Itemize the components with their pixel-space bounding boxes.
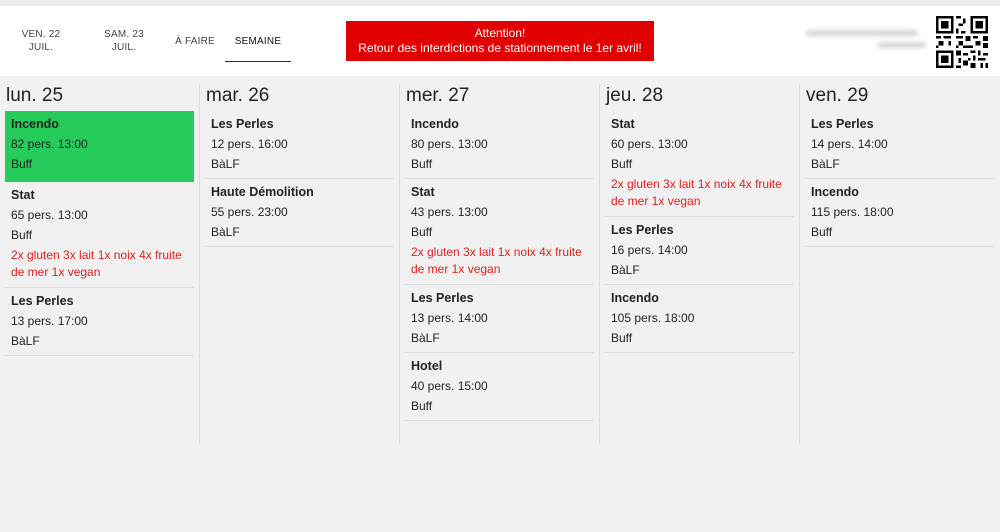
event-card[interactable]: Les Perles 16 pers. 14:00 BàLF	[605, 217, 794, 285]
event-service: Buff	[811, 225, 833, 239]
event-guests-time: 60 pers. 13:00	[611, 137, 688, 151]
event-guests-time: 12 pers. 16:00	[211, 137, 288, 151]
event-service: BàLF	[411, 331, 440, 345]
event-service: Buff	[411, 399, 433, 413]
event-list: Incendo 80 pers. 13:00 Buff Stat 43 pers. 13…	[405, 111, 594, 421]
event-guests-time: 14 pers. 14:00	[811, 137, 888, 151]
tab-sam-23[interactable]: SAM. 23 JUIL.	[96, 6, 152, 76]
event-card[interactable]: Incendo 105 pers. 18:00 Buff	[605, 285, 794, 353]
alert-title: Attention!	[474, 26, 526, 40]
event-name: Incendo	[411, 117, 459, 131]
event-dietary-note: 2x gluten 3x lait 1x noix 4x fruite de m…	[611, 177, 782, 208]
event-guests-time: 43 pers. 13:00	[411, 205, 488, 219]
event-name: Incendo	[611, 291, 659, 305]
event-guests-time: 13 pers. 17:00	[11, 314, 88, 328]
event-card[interactable]: Incendo 115 pers. 18:00 Buff	[805, 179, 994, 247]
event-list: Incendo 82 pers. 13:00 Buff Stat 65 pers. 13…	[5, 111, 194, 356]
active-tab-indicator	[225, 60, 291, 62]
day-column: mar. 26 Les Perles 12 pers. 16:00 BàLF Haute…	[200, 76, 400, 444]
event-card[interactable]: Stat 65 pers. 13:00 Buff 2x gluten 3x lait …	[5, 182, 194, 288]
event-card[interactable]: Les Perles 12 pers. 16:00 BàLF	[205, 111, 394, 179]
event-guests-time: 13 pers. 14:00	[411, 311, 488, 325]
event-guests-time: 16 pers. 14:00	[611, 243, 688, 257]
alert-message: Retour des interdictions de stationnemen…	[358, 41, 642, 55]
day-label: mer. 27	[406, 85, 470, 106]
event-name: Les Perles	[411, 291, 474, 305]
event-service: BàLF	[611, 263, 640, 277]
event-service: BàLF	[811, 157, 840, 171]
event-service: Buff	[411, 157, 433, 171]
event-guests-time: 82 pers. 13:00	[11, 137, 88, 151]
event-dietary-note: 2x gluten 3x lait 1x noix 4x fruite de m…	[411, 245, 582, 276]
event-card[interactable]: Incendo 80 pers. 13:00 Buff	[405, 111, 594, 179]
event-card[interactable]: Haute Démolition 55 pers. 23:00 BàLF	[205, 179, 394, 247]
event-service: Buff	[611, 157, 633, 171]
event-card[interactable]: Stat 43 pers. 13:00 Buff 2x gluten 3x lait …	[405, 179, 594, 285]
event-name: Haute Démolition	[211, 185, 314, 199]
event-name: Hotel	[411, 359, 443, 373]
event-guests-time: 105 pers. 18:00	[611, 311, 695, 325]
tab-label: SEMAINE	[234, 35, 282, 47]
event-name: Les Perles	[811, 117, 874, 131]
tab-label-line2: JUIL.	[28, 42, 54, 53]
event-service: Buff	[11, 228, 33, 242]
day-column: mer. 27 Incendo 80 pers. 13:00 Buff Stat 43 p…	[400, 76, 600, 444]
tab-ven-22[interactable]: VEN. 22 JUIL.	[14, 6, 68, 76]
week-columns: lun. 25 Incendo 82 pers. 13:00 Buff Stat 65 p…	[0, 76, 1000, 446]
event-list: Les Perles 14 pers. 14:00 BàLF Incendo 115 p…	[805, 111, 994, 247]
qr-code-icon	[936, 16, 988, 68]
event-guests-time: 65 pers. 13:00	[11, 208, 88, 222]
event-card[interactable]: Hotel 40 pers. 15:00 Buff	[405, 353, 594, 421]
event-list: Stat 60 pers. 13:00 Buff 2x gluten 3x lait …	[605, 111, 794, 353]
tab-label-line2: JUIL.	[111, 42, 137, 53]
tab-a-faire[interactable]: À FAIRE	[170, 6, 220, 76]
event-service: BàLF	[211, 225, 240, 239]
event-guests-time: 115 pers. 18:00	[811, 205, 894, 219]
event-service: Buff	[611, 331, 633, 345]
event-name: Stat	[11, 188, 35, 202]
event-guests-time: 80 pers. 13:00	[411, 137, 488, 151]
event-name: Les Perles	[211, 117, 274, 131]
blurred-user-info	[806, 26, 926, 58]
day-label: ven. 29	[806, 85, 869, 106]
day-label: jeu. 28	[606, 85, 664, 106]
event-dietary-note: 2x gluten 3x lait 1x noix 4x fruite de m…	[11, 248, 182, 279]
event-name: Stat	[411, 185, 435, 199]
alert-banner: Attention! Retour des interdictions de s…	[346, 21, 654, 61]
day-label: lun. 25	[6, 85, 64, 106]
event-guests-time: 55 pers. 23:00	[211, 205, 288, 219]
event-card[interactable]: Les Perles 14 pers. 14:00 BàLF	[805, 111, 994, 179]
event-name: Stat	[611, 117, 635, 131]
day-column: lun. 25 Incendo 82 pers. 13:00 Buff Stat 65 p…	[0, 76, 200, 444]
event-service: BàLF	[11, 334, 40, 348]
event-card[interactable]: Les Perles 13 pers. 17:00 BàLF	[5, 288, 194, 356]
event-service: BàLF	[211, 157, 240, 171]
event-list: Les Perles 12 pers. 16:00 BàLF Haute Démoli…	[205, 111, 394, 247]
day-label: mar. 26	[206, 85, 270, 106]
event-name: Les Perles	[611, 223, 674, 237]
tab-semaine[interactable]: SEMAINE	[225, 6, 291, 76]
event-card[interactable]: Les Perles 13 pers. 14:00 BàLF	[405, 285, 594, 353]
day-column: ven. 29 Les Perles 14 pers. 14:00 BàLF Incen…	[800, 76, 1000, 444]
day-column: jeu. 28 Stat 60 pers. 13:00 Buff 2x gluten 3…	[600, 76, 800, 444]
event-service: Buff	[11, 157, 33, 171]
header-bar: VEN. 22 JUIL. SAM. 23 JUIL. À FAIRE SEMA…	[0, 6, 1000, 76]
tab-label-line1: SAM. 23	[104, 29, 144, 40]
event-name: Incendo	[11, 117, 59, 131]
event-name: Les Perles	[11, 294, 74, 308]
event-card[interactable]: Stat 60 pers. 13:00 Buff 2x gluten 3x lait …	[605, 111, 794, 217]
event-name: Incendo	[811, 185, 859, 199]
tab-label-line1: VEN. 22	[21, 29, 61, 40]
tab-label: À FAIRE	[175, 35, 215, 47]
event-card-highlighted[interactable]: Incendo 82 pers. 13:00 Buff	[5, 111, 194, 182]
event-service: Buff	[411, 225, 433, 239]
event-guests-time: 40 pers. 15:00	[411, 379, 488, 393]
